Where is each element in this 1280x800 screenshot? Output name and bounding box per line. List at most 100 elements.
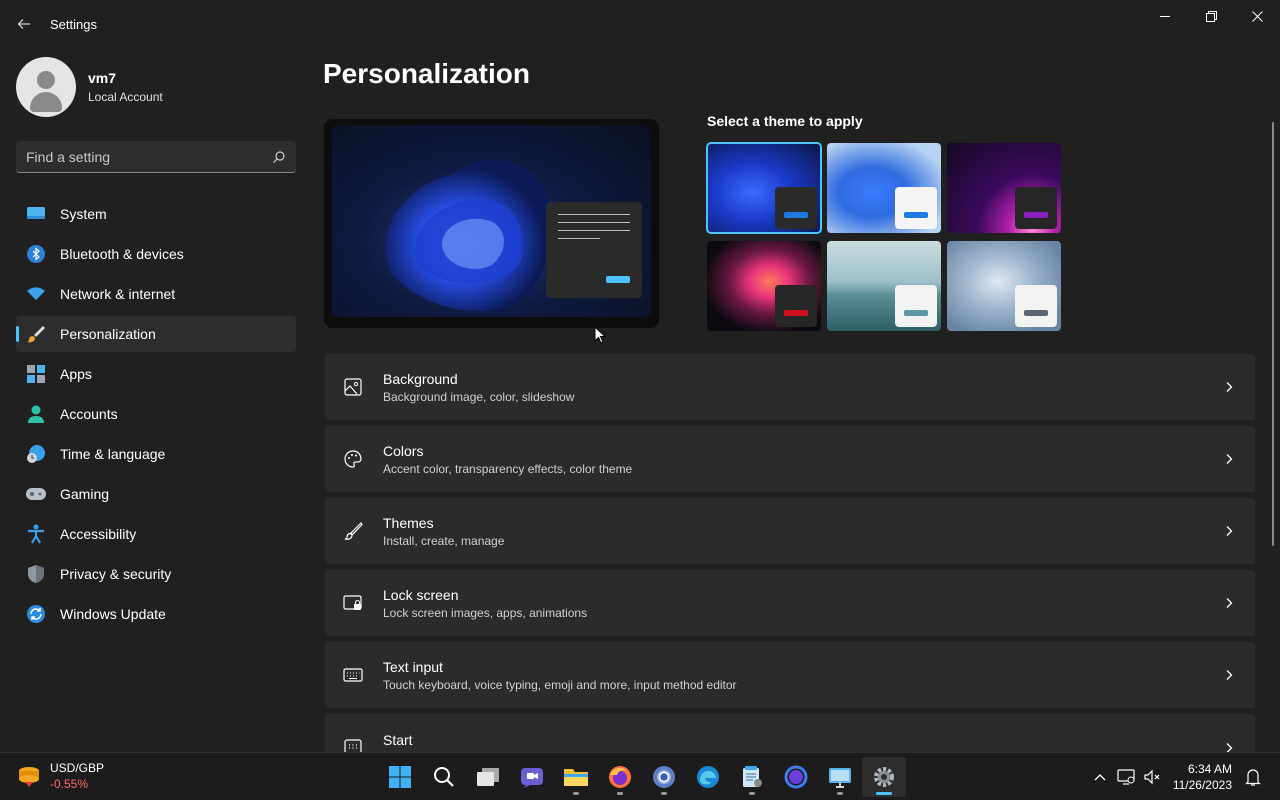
teams-chat-icon	[521, 768, 543, 788]
scrollbar[interactable]	[1272, 122, 1274, 546]
apps-icon	[26, 364, 46, 384]
chevron-right-icon	[1226, 670, 1233, 680]
wifi-icon	[26, 284, 46, 304]
card-title: Text input	[383, 658, 443, 675]
settings-card-list: Background Background image, color, slide…	[325, 354, 1255, 786]
taskbar-cortana[interactable]	[774, 757, 818, 797]
shield-icon	[26, 564, 46, 584]
theme-glow[interactable]	[947, 143, 1061, 233]
sidebar-item-label: Gaming	[60, 486, 110, 502]
volume-muted-icon	[1144, 769, 1160, 785]
taskbar-chrome[interactable]	[642, 757, 686, 797]
sidebar-item-gaming[interactable]: Gaming	[16, 476, 296, 512]
theme-captured-motion[interactable]	[707, 241, 821, 331]
sidebar-item-accounts[interactable]: Accounts	[16, 396, 296, 432]
close-icon	[1251, 10, 1263, 22]
network-monitor-icon	[1117, 769, 1135, 785]
sidebar-item-personalization[interactable]: Personalization	[16, 316, 296, 352]
keyboard-icon	[343, 665, 363, 685]
sidebar-item-network[interactable]: Network & internet	[16, 276, 296, 312]
taskbar-start[interactable]	[378, 757, 422, 797]
taskbar-clock[interactable]: 6:34 AM 11/26/2023	[1173, 761, 1232, 793]
user-profile[interactable]: vm7 Local Account	[16, 57, 163, 117]
avatar	[16, 57, 76, 117]
gear-icon	[874, 767, 894, 787]
clock-time: 6:34 AM	[1187, 762, 1232, 776]
restore-icon	[1205, 10, 1217, 22]
chevron-right-icon	[1226, 598, 1233, 608]
search-input[interactable]	[26, 148, 272, 165]
remote-desktop-icon	[829, 768, 851, 788]
firefox-icon	[609, 766, 631, 788]
folder-icon	[564, 769, 588, 786]
tray-network[interactable]	[1113, 762, 1139, 792]
back-button[interactable]	[10, 10, 38, 38]
sidebar-item-accessibility[interactable]: Accessibility	[16, 516, 296, 552]
chrome-icon	[653, 766, 675, 788]
back-arrow-icon	[17, 19, 30, 29]
app-title: Settings	[50, 17, 97, 32]
theme-windows-dark[interactable]	[706, 142, 822, 234]
taskbar-teams[interactable]	[510, 757, 554, 797]
sidebar-item-time-language[interactable]: Time & language	[16, 436, 296, 472]
sidebar-item-apps[interactable]: Apps	[16, 356, 296, 392]
sidebar-item-windows-update[interactable]: Windows Update	[16, 596, 296, 632]
chevron-up-icon	[1094, 774, 1106, 781]
minimize-button[interactable]	[1142, 0, 1188, 32]
tray-notifications[interactable]	[1240, 762, 1266, 792]
card-themes[interactable]: Themes Install, create, manage	[325, 498, 1255, 564]
theme-sunrise[interactable]	[827, 241, 941, 331]
card-subtitle: Accent color, transparency effects, colo…	[383, 461, 633, 476]
tray-volume[interactable]	[1139, 762, 1165, 792]
taskbar-settings[interactable]	[862, 757, 906, 797]
sidebar-item-privacy[interactable]: Privacy & security	[16, 556, 296, 592]
sidebar-item-bluetooth[interactable]: Bluetooth & devices	[16, 236, 296, 272]
card-subtitle: Install, create, manage	[383, 533, 505, 548]
theme-preview	[324, 119, 659, 328]
card-background[interactable]: Background Background image, color, slide…	[325, 354, 1255, 420]
taskbar-edge[interactable]	[686, 757, 730, 797]
minimize-icon	[1160, 16, 1170, 17]
themes-label: Select a theme to apply	[707, 113, 863, 129]
clock-globe-icon	[26, 444, 46, 464]
notepad-icon	[743, 766, 762, 787]
cortana-icon	[784, 765, 808, 789]
card-colors[interactable]: Colors Accent color, transparency effects…	[325, 426, 1255, 492]
taskbar-task-view[interactable]	[466, 757, 510, 797]
notification-icon	[1245, 769, 1261, 786]
sidebar-item-label: Apps	[60, 366, 92, 382]
sidebar-item-system[interactable]: System	[16, 196, 296, 232]
taskbar: USD/GBP -0.55% 6:34 AM 11/26/2023	[0, 752, 1280, 800]
card-title: Background	[383, 370, 458, 387]
taskbar-remote-desktop[interactable]	[818, 757, 862, 797]
taskbar-file-explorer[interactable]	[554, 757, 598, 797]
chevron-right-icon	[1226, 526, 1233, 536]
image-icon	[343, 377, 363, 397]
card-text-input[interactable]: Text input Touch keyboard, voice typing, …	[325, 642, 1255, 708]
profile-name: vm7	[88, 70, 117, 86]
card-title: Lock screen	[383, 586, 459, 603]
widget-currency[interactable]: USD/GBP -0.55%	[16, 761, 104, 791]
palette-icon	[343, 449, 363, 469]
taskbar-firefox[interactable]	[598, 757, 642, 797]
taskbar-search[interactable]	[422, 757, 466, 797]
close-button[interactable]	[1234, 0, 1280, 32]
theme-windows-light[interactable]	[827, 143, 941, 233]
theme-flow[interactable]	[947, 241, 1061, 331]
profile-account-type: Local Account	[88, 90, 163, 104]
sidebar-nav: System Bluetooth & devices Network & int…	[16, 196, 296, 636]
search-icon[interactable]	[272, 150, 286, 164]
sidebar-item-label: System	[60, 206, 107, 222]
person-icon	[26, 404, 46, 424]
card-lock-screen[interactable]: Lock screen Lock screen images, apps, ani…	[325, 570, 1255, 636]
gamepad-icon	[26, 484, 46, 504]
restore-button[interactable]	[1188, 0, 1234, 32]
sidebar-item-label: Bluetooth & devices	[60, 246, 184, 262]
card-title: Colors	[383, 442, 424, 459]
taskbar-notepad[interactable]	[730, 757, 774, 797]
monitor-icon	[26, 204, 46, 224]
sidebar-item-label: Accounts	[60, 406, 118, 422]
sidebar-item-label: Personalization	[60, 326, 156, 342]
chevron-right-icon	[1226, 454, 1233, 464]
tray-overflow-button[interactable]	[1087, 762, 1113, 792]
